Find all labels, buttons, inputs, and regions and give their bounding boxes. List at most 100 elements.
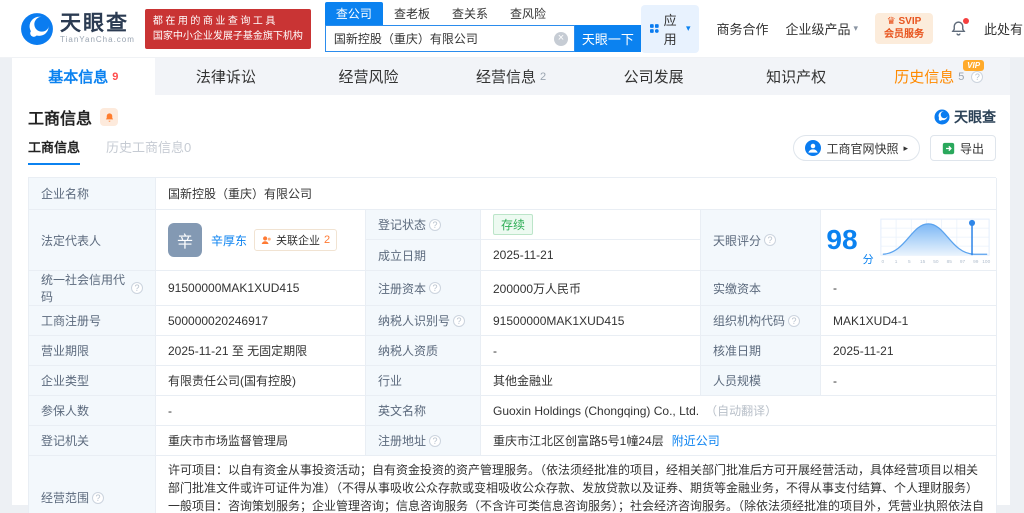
info-value: Guoxin Holdings (Chongqing) Co., Ltd. xyxy=(493,403,700,418)
tab-count: 2 xyxy=(539,70,547,83)
score-unit: 分 xyxy=(862,254,874,266)
legal-rep-label: 法定代表人 xyxy=(29,210,156,271)
auto-translate-note: （自动翻译） xyxy=(705,404,778,418)
help-icon[interactable]: ? xyxy=(453,314,466,327)
promo-badge: 都在用的商业查询工具 国家中小企业发展子基金旗下机构 xyxy=(144,8,311,49)
promo-line2: 国家中小企业发展子基金旗下机构 xyxy=(152,30,303,42)
search-tab-boss[interactable]: 查老板 xyxy=(383,2,441,25)
subtab-history-business-info[interactable]: 历史工商信息0 xyxy=(106,137,191,165)
svg-text:15: 15 xyxy=(920,259,926,265)
legal-rep-name-link[interactable]: 辛厚东 xyxy=(211,232,247,249)
tab-intellectual-property[interactable]: 知识产权 xyxy=(725,58,868,95)
tab-label: 历史信息 xyxy=(894,69,955,86)
subtab-business-info[interactable]: 工商信息 xyxy=(28,137,81,165)
help-icon[interactable]: ? xyxy=(92,491,105,504)
official-snapshot-button[interactable]: 工商官网快照 ▸ xyxy=(793,135,920,161)
table-row: 登记机关 重庆市市场监督管理局 注册地址? 重庆市江北区创富路5号1幢24层 附… xyxy=(29,426,997,456)
notification-bell-icon[interactable] xyxy=(950,18,970,37)
tab-label: 公司发展 xyxy=(623,69,684,86)
related-company-icon xyxy=(261,235,271,244)
notification-dot xyxy=(963,18,970,24)
status-badge: 存续 xyxy=(493,214,534,235)
info-value: 其他金融业 xyxy=(481,366,701,396)
export-button[interactable]: 导出 xyxy=(929,135,996,161)
info-label: 实缴资本 xyxy=(701,271,821,306)
tianyancha-logo[interactable]: 天眼查 TianYanCha.com xyxy=(20,12,135,46)
info-label: 英文名称 xyxy=(366,396,481,426)
svip-badge[interactable]: ♛ SVIP 会员服务 xyxy=(875,13,934,44)
search-tab-relation[interactable]: 查关系 xyxy=(441,2,499,25)
reg-status-cell: 存续 xyxy=(481,210,701,240)
tianyancha-logo-icon xyxy=(934,109,950,125)
company-name-label: 企业名称 xyxy=(29,178,156,210)
related-company-count: 2 xyxy=(324,234,331,246)
subscribe-bell-icon[interactable] xyxy=(100,108,119,126)
help-icon[interactable]: ? xyxy=(971,70,984,83)
help-icon[interactable]: ? xyxy=(764,234,777,246)
chevron-down-icon: ▾ xyxy=(685,23,691,33)
info-value: 200000万人民币 xyxy=(481,271,701,306)
help-icon[interactable]: ? xyxy=(429,434,442,447)
table-row: 营业期限 2025-11-21 至 无固定期限 纳税人资质 - 核准日期 202… xyxy=(29,336,997,366)
svip-line1: SVIP xyxy=(898,16,922,27)
help-icon[interactable]: ? xyxy=(131,282,143,294)
svip-line2: 会员服务 xyxy=(884,28,925,40)
table-row: 工商注册号 500000020246917 纳税人识别号? 91500000MA… xyxy=(29,306,997,336)
tab-company-development[interactable]: 公司发展 xyxy=(582,58,725,95)
tianyancha-logo-icon xyxy=(21,12,53,45)
tab-label: 知识产权 xyxy=(766,69,827,86)
search-button[interactable]: 天眼一下 xyxy=(574,25,641,52)
export-label: 导出 xyxy=(959,141,984,156)
help-icon[interactable]: ? xyxy=(429,218,442,231)
search-tabs: 查公司 查老板 查关系 查风险 xyxy=(324,2,641,25)
establish-date-label: 成立日期 xyxy=(366,240,481,270)
info-value: MAK1XUD4-1 xyxy=(821,306,997,336)
svg-text:50: 50 xyxy=(933,259,939,265)
user-name: 此处有... xyxy=(984,22,1024,37)
help-icon[interactable]: ? xyxy=(788,314,801,327)
related-company-badge[interactable]: 关联企业 2 xyxy=(254,229,338,251)
address-cell: 重庆市江北区创富路5号1幢24层 附近公司 xyxy=(481,426,997,456)
menu-enterprise-products[interactable]: 企业级产品 ▾ xyxy=(785,19,858,38)
info-value: 重庆市江北区创富路5号1幢24层 xyxy=(493,434,664,448)
vip-badge: VIP xyxy=(963,60,985,71)
info-label: 注册地址? xyxy=(366,426,481,456)
svg-text:5: 5 xyxy=(908,259,911,265)
search-tab-company[interactable]: 查公司 xyxy=(324,2,383,25)
tab-legal-litigation[interactable]: 法律诉讼 xyxy=(155,58,298,95)
svg-text:100: 100 xyxy=(982,259,990,265)
info-label: 登记机关 xyxy=(29,426,156,456)
nearby-companies-link[interactable]: 附近公司 xyxy=(672,432,720,449)
info-label: 参保人数 xyxy=(29,396,156,426)
search-area: 查公司 查老板 查关系 查风险 × 天眼一下 xyxy=(324,2,641,52)
tab-basic-info[interactable]: 基本信息 9 xyxy=(12,58,155,95)
enterprise-label: 企业级产品 xyxy=(785,22,851,37)
tab-count: 5 xyxy=(958,70,965,83)
help-icon[interactable]: ? xyxy=(429,282,442,294)
info-value: - xyxy=(821,366,997,396)
info-value: 91500000MAK1XUD415 xyxy=(481,306,701,336)
tab-operational-risk[interactable]: 经营风险 xyxy=(297,58,440,95)
menu-business-cooperation[interactable]: 商务合作 xyxy=(716,19,768,38)
table-row: 参保人数 - 英文名称 Guoxin Holdings (Chongqing) … xyxy=(29,396,997,426)
score-cell[interactable]: 98 分 0 1 5 15 50 85 97 99 100 xyxy=(821,210,997,271)
snapshot-person-icon xyxy=(805,140,822,156)
legal-rep-avatar[interactable]: 辛 xyxy=(168,223,202,257)
user-menu[interactable]: 此处有... ▾ xyxy=(984,19,1024,38)
english-name-cell: Guoxin Holdings (Chongqing) Co., Ltd. （自… xyxy=(481,396,997,426)
business-info-table: 企业名称 国新控股（重庆）有限公司 法定代表人 辛 辛厚东 关联企业 2 登记状… xyxy=(28,177,997,513)
clear-icon[interactable]: × xyxy=(553,31,568,46)
svg-text:97: 97 xyxy=(959,259,965,265)
search-tab-risk[interactable]: 查风险 xyxy=(499,2,557,25)
tab-business-info[interactable]: 经营信息 2 xyxy=(440,58,583,95)
page: 天眼查 TianYanCha.com 都在用的商业查询工具 国家中小企业发展子基… xyxy=(0,0,1024,513)
tab-history-info[interactable]: VIP 历史信息 5 ? xyxy=(867,58,1010,95)
info-value: - xyxy=(821,271,997,306)
apps-menu[interactable]: 应用 ▾ xyxy=(640,4,700,53)
search-input[interactable] xyxy=(333,31,554,46)
info-label: 统一社会信用代码? xyxy=(29,271,156,306)
info-label: 注册资本? xyxy=(366,271,481,306)
svg-text:1: 1 xyxy=(894,259,897,265)
info-value: 2025-11-21 至 无固定期限 xyxy=(156,336,366,366)
legal-rep-cell: 辛 辛厚东 关联企业 2 xyxy=(156,210,366,271)
